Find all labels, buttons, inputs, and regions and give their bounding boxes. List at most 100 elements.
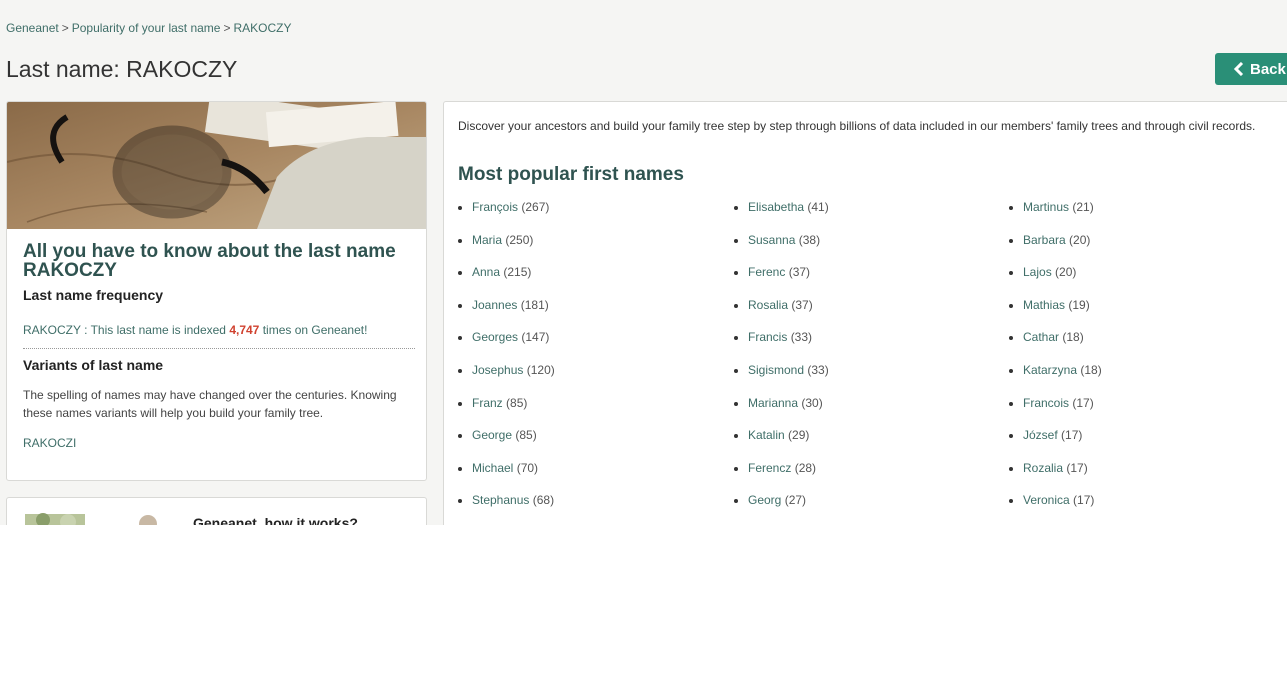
- first-name-item[interactable]: François (267): [458, 200, 555, 233]
- first-name-item[interactable]: Maria (250): [458, 233, 555, 266]
- first-name-item[interactable]: Joannes (181): [458, 298, 555, 331]
- first-names-column-1: François (267) Maria (250) Anna (215) Jo…: [458, 200, 555, 526]
- variants-description: The spelling of names may have changed o…: [23, 388, 397, 420]
- first-name-count: (41): [807, 200, 829, 214]
- first-name-count: (85): [515, 428, 537, 443]
- first-name-count: (70): [516, 460, 539, 475]
- first-name-count: (17): [1061, 428, 1083, 443]
- first-name-count: (17): [1072, 395, 1094, 410]
- breadcrumb: Geneanet > Popularity of your last name > RA…: [6, 21, 292, 35]
- first-name-count: (19): [1068, 297, 1090, 312]
- first-name-count: (33): [790, 330, 813, 345]
- breadcrumb-separator: >: [61, 21, 69, 35]
- first-name-count: (21): [1072, 200, 1094, 214]
- frequency-text: RAKOCZY : This last name is indexed 4,74…: [23, 323, 415, 337]
- first-name-item[interactable]: Katarzyna (18): [1009, 363, 1102, 396]
- first-name: Francis: [748, 330, 788, 345]
- first-name-item[interactable]: Anna (215): [458, 265, 555, 298]
- first-name-count: (267): [521, 200, 550, 214]
- first-name-item[interactable]: Susanna (38): [734, 233, 829, 266]
- first-name-count: (85): [506, 395, 528, 410]
- first-name-count: (147): [521, 330, 550, 345]
- first-name: Mathias: [1023, 297, 1066, 312]
- first-name-item[interactable]: Ferencz (28): [734, 461, 829, 494]
- first-name-item[interactable]: Georg (27): [734, 493, 829, 526]
- first-name: József: [1023, 428, 1058, 443]
- first-name-count: (37): [788, 265, 811, 280]
- first-name: Martinus: [1023, 200, 1070, 214]
- first-name-item[interactable]: George (85): [458, 428, 555, 461]
- first-name-item[interactable]: Francis (33): [734, 330, 829, 363]
- first-name-count: (17): [1066, 460, 1088, 475]
- first-name-count: (33): [807, 362, 829, 377]
- first-name: Maria: [472, 232, 503, 247]
- first-name-item[interactable]: Josephus (120): [458, 363, 555, 396]
- divider: [23, 348, 415, 349]
- first-name-count: (181): [520, 297, 549, 312]
- frequency-text-before: : This last name is indexed: [80, 323, 230, 337]
- first-name-item[interactable]: Rozalia (17): [1009, 461, 1102, 494]
- first-name-item[interactable]: Rosalia (37): [734, 298, 829, 331]
- page-title: Last name: RAKOCZY: [6, 56, 238, 82]
- first-name-item[interactable]: Martinus (21): [1009, 200, 1102, 233]
- first-name-count: (17): [1073, 493, 1095, 508]
- first-name: Cathar: [1023, 330, 1060, 345]
- first-name-count: (27): [784, 493, 807, 508]
- first-name-item[interactable]: Stephanus (68): [458, 493, 555, 526]
- first-name: François: [472, 200, 519, 214]
- first-name-item[interactable]: Sigismond (33): [734, 363, 829, 396]
- first-name: Rozalia: [1023, 460, 1064, 475]
- first-name-item[interactable]: Francois (17): [1009, 396, 1102, 429]
- first-name: Georg: [748, 493, 782, 508]
- frequency-text-after: times on Geneanet!: [259, 323, 368, 337]
- first-name-count: (38): [798, 232, 821, 247]
- first-name: Katalin: [748, 428, 785, 443]
- first-name: Franz: [472, 395, 503, 410]
- first-name-count: (37): [791, 297, 813, 312]
- card-heading-line1: All you have to know about the last name: [23, 241, 396, 262]
- first-name-item[interactable]: Georges (147): [458, 330, 555, 363]
- chevron-left-icon: [1233, 62, 1244, 76]
- first-names-column-2: Elisabetha (41) Susanna (38) Ferenc (37)…: [734, 200, 829, 526]
- first-name: Francois: [1023, 395, 1070, 410]
- first-name-item[interactable]: Ferenc (37): [734, 265, 829, 298]
- frequency-surname: RAKOCZY: [23, 323, 81, 337]
- first-name: Josephus: [472, 362, 524, 377]
- first-name-item[interactable]: Franz (85): [458, 396, 555, 429]
- first-name-item[interactable]: József (17): [1009, 428, 1102, 461]
- first-name-item[interactable]: Lajos (20): [1009, 265, 1102, 298]
- first-name: Joannes: [472, 297, 518, 312]
- first-name-item[interactable]: Barbara (20): [1009, 233, 1102, 266]
- breadcrumb-link-popularity[interactable]: Popularity of your last name: [72, 21, 221, 35]
- breadcrumb-separator: >: [223, 21, 231, 35]
- first-name: Barbara: [1023, 232, 1066, 247]
- first-name-item[interactable]: Marianna (30): [734, 396, 829, 429]
- intro-text: Discover your ancestors and build your f…: [458, 119, 1256, 133]
- first-name: Michael: [472, 460, 514, 475]
- first-name: Ferencz: [748, 460, 792, 475]
- first-name-item[interactable]: Cathar (18): [1009, 330, 1102, 363]
- frequency-count: 4,747: [229, 323, 260, 337]
- breadcrumb-link-geneanet[interactable]: Geneanet: [6, 21, 59, 35]
- first-name-count: (29): [788, 428, 810, 443]
- first-name-count: (28): [794, 460, 817, 475]
- back-button[interactable]: Back: [1215, 53, 1287, 85]
- first-name-item[interactable]: Katalin (29): [734, 428, 829, 461]
- first-name: Marianna: [748, 395, 799, 410]
- first-names-card: Discover your ancestors and build your f…: [443, 101, 1287, 541]
- last-name-info-card: All you have to know about the last name…: [6, 101, 427, 481]
- first-name: Susanna: [748, 232, 796, 247]
- first-name: Stephanus: [472, 493, 530, 508]
- first-name-item[interactable]: Michael (70): [458, 461, 555, 494]
- card-heading-surname: RAKOCZY: [23, 260, 117, 281]
- breadcrumb-current[interactable]: RAKOCZY: [234, 21, 292, 35]
- first-names-column-3: Martinus (21) Barbara (20) Lajos (20) Ma…: [1009, 200, 1102, 526]
- first-name-count: (18): [1080, 362, 1102, 377]
- first-name-count: (18): [1062, 330, 1084, 345]
- first-name: Anna: [472, 265, 501, 280]
- variant-link[interactable]: RAKOCZI: [23, 436, 415, 450]
- first-name-item[interactable]: Elisabetha (41): [734, 200, 829, 233]
- first-name-item[interactable]: Mathias (19): [1009, 298, 1102, 331]
- first-name: Rosalia: [748, 297, 789, 312]
- first-name-item[interactable]: Veronica (17): [1009, 493, 1102, 526]
